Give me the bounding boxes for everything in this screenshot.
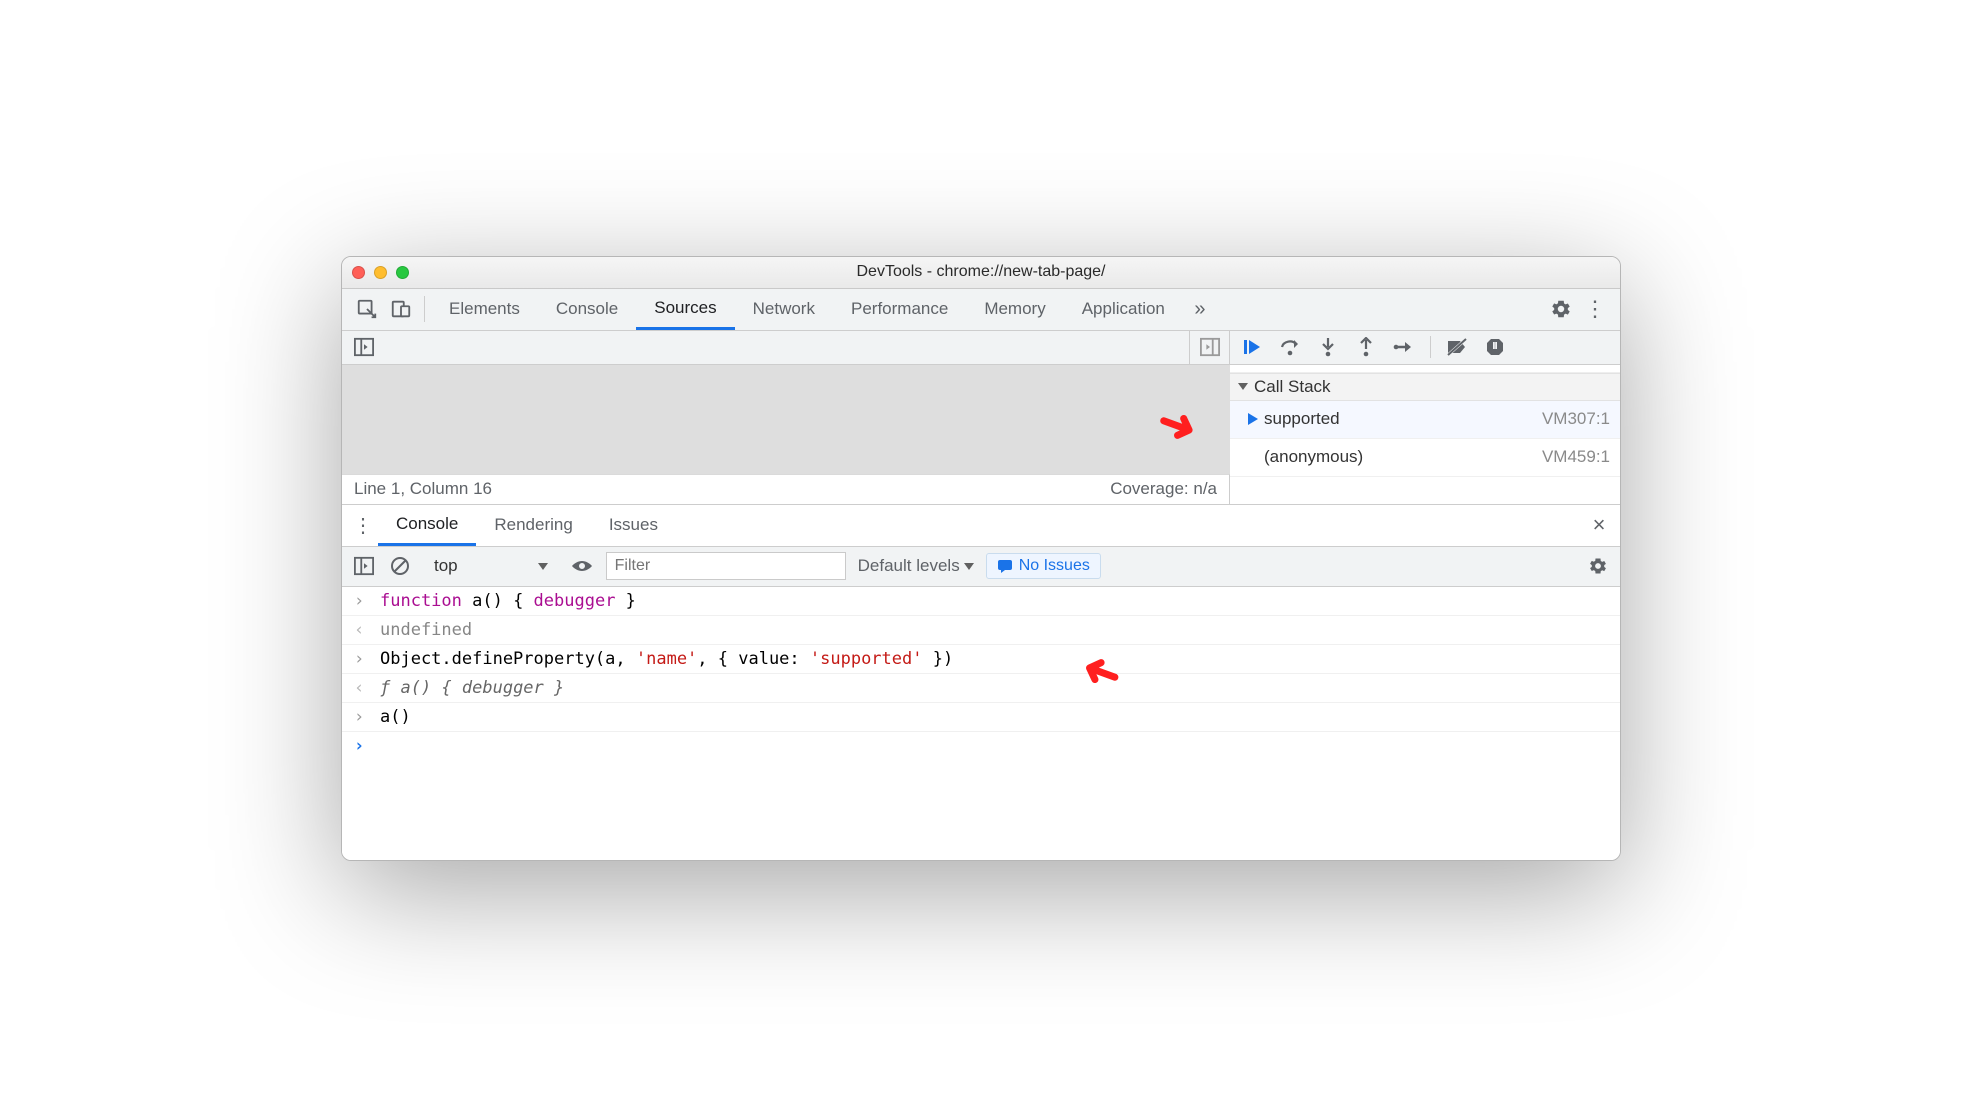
divider <box>1430 336 1431 358</box>
disclosure-triangle-icon <box>1238 383 1248 390</box>
input-marker-icon <box>354 707 370 727</box>
callstack-frame-anonymous[interactable]: (anonymous) VM459:1 <box>1230 439 1620 477</box>
clear-console-icon[interactable] <box>388 554 412 578</box>
dropdown-caret-icon <box>964 563 974 570</box>
console-settings-gear-icon[interactable] <box>1586 554 1610 578</box>
sources-toolbar <box>342 331 1620 365</box>
drawer-close-icon[interactable]: × <box>1584 512 1614 538</box>
callstack-frame-supported[interactable]: supported VM307:1 <box>1230 401 1620 439</box>
code-text: a() <box>380 707 411 727</box>
console-line-output: undefined <box>342 616 1620 645</box>
console-toolbar: top Default levels No Issues <box>342 547 1620 587</box>
drawer-tabstrip: ⋮ Console Rendering Issues × <box>342 505 1620 547</box>
console-line-input[interactable]: a() <box>342 703 1620 732</box>
show-navigator-icon[interactable] <box>352 335 376 359</box>
frame-name: (anonymous) <box>1264 447 1363 467</box>
console-prompt[interactable] <box>342 732 1620 760</box>
pause-exceptions-icon[interactable] <box>1483 335 1507 359</box>
tab-performance[interactable]: Performance <box>833 288 966 330</box>
input-marker-icon <box>354 649 370 669</box>
titlebar: DevTools - chrome://new-tab-page/ <box>342 257 1620 289</box>
dropdown-caret-icon <box>538 563 548 570</box>
tab-sources[interactable]: Sources <box>636 288 734 330</box>
console-line-input[interactable]: Object.defineProperty(a, 'name', { value… <box>342 645 1620 674</box>
current-frame-arrow-icon <box>1248 413 1258 425</box>
input-marker-icon <box>354 591 370 611</box>
coverage-status: Coverage: n/a <box>1110 479 1217 499</box>
console-line-output: ƒ a() { debugger } <box>342 674 1620 703</box>
callstack-header[interactable]: Call Stack <box>1230 373 1620 401</box>
tab-network[interactable]: Network <box>735 288 833 330</box>
deactivate-breakpoints-icon[interactable] <box>1445 335 1469 359</box>
result-text: undefined <box>380 620 472 640</box>
output-marker-icon <box>354 678 370 698</box>
editor-status-bar: Line 1, Column 16 Coverage: n/a <box>342 474 1230 504</box>
drawer-tab-issues[interactable]: Issues <box>591 504 676 546</box>
step-out-icon[interactable] <box>1354 335 1378 359</box>
debugger-sidepane: Call Stack supported VM307:1 (anonymous)… <box>1230 365 1620 504</box>
inspect-element-icon[interactable] <box>350 292 384 326</box>
device-toolbar-icon[interactable] <box>384 292 418 326</box>
more-tabs-icon[interactable]: » <box>1183 292 1217 326</box>
log-levels-selector[interactable]: Default levels <box>858 556 974 576</box>
debugger-controls <box>1230 331 1620 364</box>
callstack-title: Call Stack <box>1254 377 1331 397</box>
code-editor-empty <box>342 365 1230 474</box>
resume-icon[interactable] <box>1240 335 1264 359</box>
step-into-icon[interactable] <box>1316 335 1340 359</box>
issues-icon <box>997 558 1013 574</box>
console-line-input[interactable]: function a() { debugger } <box>342 587 1620 616</box>
code-text: Object.defineProperty(a, 'name', { value… <box>380 649 953 669</box>
levels-label: Default levels <box>858 556 960 576</box>
code-text: function a() { debugger } <box>380 591 636 611</box>
divider <box>424 296 425 322</box>
cursor-position: Line 1, Column 16 <box>354 479 492 499</box>
context-label: top <box>434 556 458 576</box>
window-title: DevTools - chrome://new-tab-page/ <box>342 263 1620 281</box>
console-filter-input[interactable] <box>606 552 846 580</box>
tab-application[interactable]: Application <box>1064 288 1183 330</box>
tab-console[interactable]: Console <box>538 288 636 330</box>
issues-label: No Issues <box>1019 557 1090 575</box>
drawer-tab-console[interactable]: Console <box>378 504 476 546</box>
drawer-menu-icon[interactable]: ⋮ <box>348 513 378 538</box>
frame-location: VM307:1 <box>1542 409 1610 429</box>
console-body: function a() { debugger } undefined Obje… <box>342 587 1620 860</box>
output-marker-icon <box>354 620 370 640</box>
settings-gear-icon[interactable] <box>1544 292 1578 326</box>
main-tabstrip: Elements Console Sources Network Perform… <box>342 289 1620 331</box>
show-debugger-icon[interactable] <box>1198 335 1222 359</box>
live-expression-icon[interactable] <box>570 554 594 578</box>
frame-location: VM459:1 <box>1542 447 1610 467</box>
step-over-icon[interactable] <box>1278 335 1302 359</box>
execution-context-selector[interactable]: top <box>424 552 558 580</box>
sidepane-truncated-top <box>1230 365 1620 373</box>
kebab-menu-icon[interactable]: ⋮ <box>1578 292 1612 326</box>
prompt-marker-icon <box>354 736 370 756</box>
tab-elements[interactable]: Elements <box>431 288 538 330</box>
console-sidebar-toggle-icon[interactable] <box>352 554 376 578</box>
step-icon[interactable] <box>1392 335 1416 359</box>
result-text: ƒ a() { debugger } <box>380 678 564 698</box>
drawer-tab-rendering[interactable]: Rendering <box>476 504 590 546</box>
sources-body: Line 1, Column 16 Coverage: n/a Call Sta… <box>342 365 1620 505</box>
code-editor: Line 1, Column 16 Coverage: n/a <box>342 365 1230 504</box>
devtools-window: DevTools - chrome://new-tab-page/ Elemen… <box>341 256 1621 861</box>
frame-name: supported <box>1264 409 1340 429</box>
tab-memory[interactable]: Memory <box>966 288 1063 330</box>
issues-pill[interactable]: No Issues <box>986 553 1101 579</box>
